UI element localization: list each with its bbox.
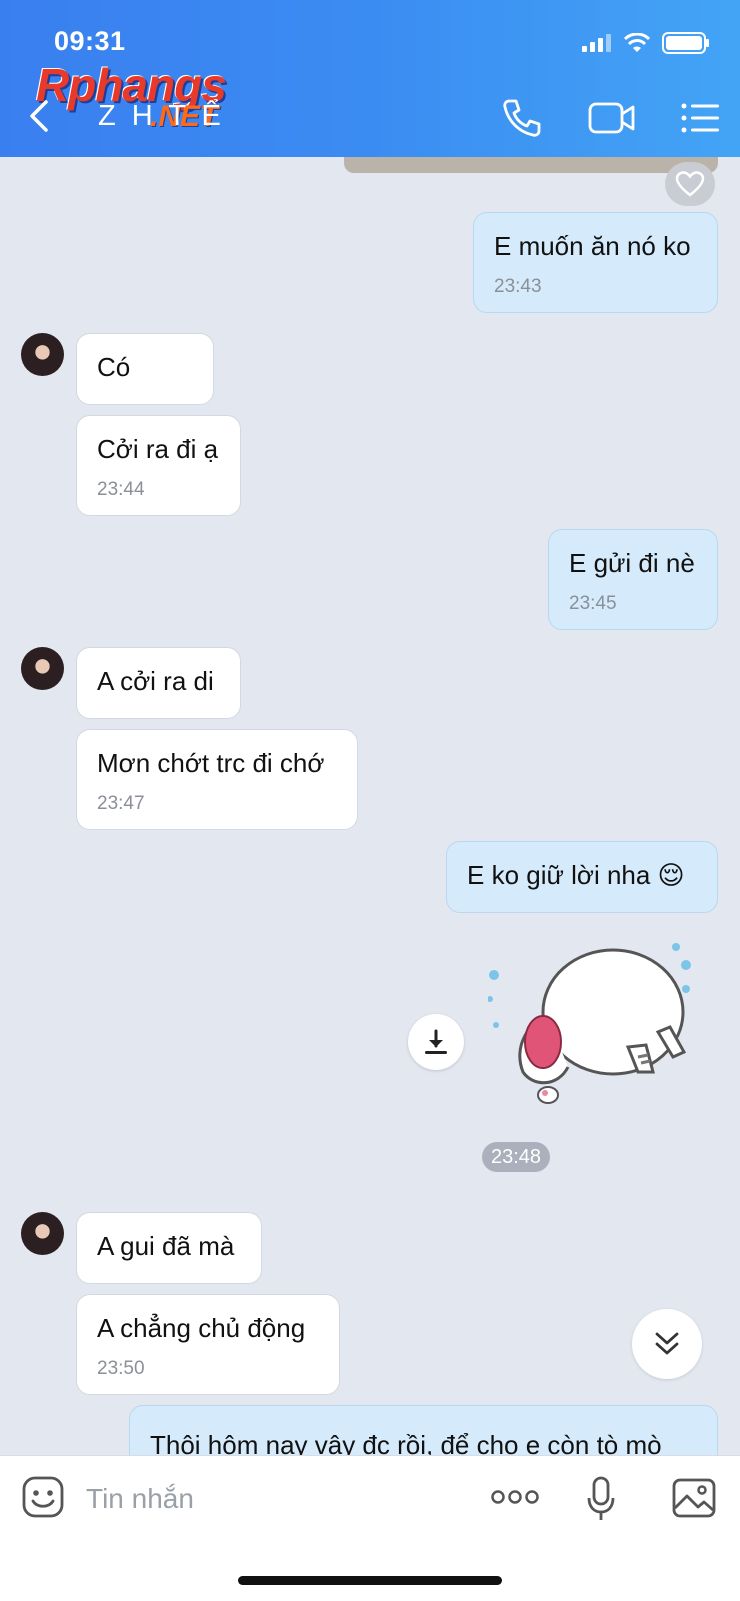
chat-header: 09:31 Rphangs .NET Z H T Ể [0, 0, 740, 157]
message-text: E ko giữ lời nha 😌 [467, 860, 685, 890]
react-heart-button[interactable] [665, 162, 715, 206]
message-text: Có [97, 352, 131, 382]
contact-avatar[interactable] [21, 1212, 64, 1255]
video-call-icon[interactable] [588, 96, 636, 140]
more-options-icon[interactable] [490, 1484, 540, 1510]
image-gallery-icon[interactable] [672, 1478, 716, 1518]
microphone-icon[interactable] [586, 1476, 616, 1522]
message-text: Mơn chớt trc đi chớ [97, 748, 325, 778]
heart-icon [675, 171, 705, 197]
message-text: Thôi hôm nay vậy đc rồi, để cho e còn tò… [150, 1430, 662, 1455]
message-text: E muốn ăn nó ko [494, 231, 691, 261]
back-icon[interactable] [24, 96, 56, 136]
home-indicator[interactable] [238, 1576, 502, 1585]
status-icons [582, 32, 710, 54]
signal-icon [582, 34, 611, 52]
message-bubble[interactable]: E ko giữ lời nha 😌 [446, 841, 718, 913]
message-text: A chẳng chủ động [97, 1313, 306, 1343]
message-bubble[interactable]: Mơn chớt trc đi chớ 23:47 [76, 729, 358, 830]
emoji-icon[interactable] [22, 1476, 64, 1518]
message-time: 23:44 [97, 479, 145, 500]
contact-name[interactable]: Z H T Ể [98, 100, 225, 133]
message-bubble[interactable]: Cởi ra đi ạ 23:44 [76, 415, 241, 516]
scroll-to-bottom-button[interactable] [632, 1309, 702, 1379]
menu-list-icon[interactable] [680, 96, 720, 140]
message-bubble[interactable]: E muốn ăn nó ko 23:43 [473, 212, 718, 313]
message-bubble[interactable]: E gửi đi nè 23:45 [548, 529, 718, 630]
previous-image-message[interactable] [344, 157, 718, 173]
message-text: A cởi ra di [97, 666, 214, 696]
download-sticker-button[interactable] [408, 1014, 464, 1070]
cat-sticker[interactable] [488, 937, 708, 1112]
message-text: Cởi ra đi ạ [97, 434, 219, 464]
download-icon [425, 1029, 447, 1054]
message-bubble[interactable]: A gui đã mà [76, 1212, 262, 1284]
phone-call-icon[interactable] [500, 96, 544, 140]
message-bubble[interactable]: A cởi ra di [76, 647, 241, 719]
wifi-icon [624, 33, 650, 52]
battery-icon [662, 32, 709, 54]
message-time: 23:50 [97, 1358, 145, 1379]
message-bubble[interactable]: Thôi hôm nay vậy đc rồi, để cho e còn tò… [129, 1405, 718, 1455]
double-chevron-down-icon [655, 1332, 679, 1355]
contact-avatar[interactable] [21, 333, 64, 376]
message-input[interactable] [84, 1478, 468, 1520]
status-time: 09:31 [54, 26, 126, 56]
message-bubble[interactable]: Có [76, 333, 214, 405]
message-time: 23:45 [569, 593, 617, 614]
message-time: 23:47 [97, 793, 145, 814]
message-time: 23:43 [494, 276, 542, 297]
message-list[interactable]: E muốn ăn nó ko 23:43 Có Cởi ra đi ạ 23:… [0, 157, 740, 1455]
message-text: E gửi đi nè [569, 548, 695, 578]
contact-avatar[interactable] [21, 647, 64, 690]
timestamp-pill: 23:48 [482, 1142, 550, 1172]
message-bubble[interactable]: A chẳng chủ động 23:50 [76, 1294, 340, 1395]
message-text: A gui đã mà [97, 1231, 235, 1261]
